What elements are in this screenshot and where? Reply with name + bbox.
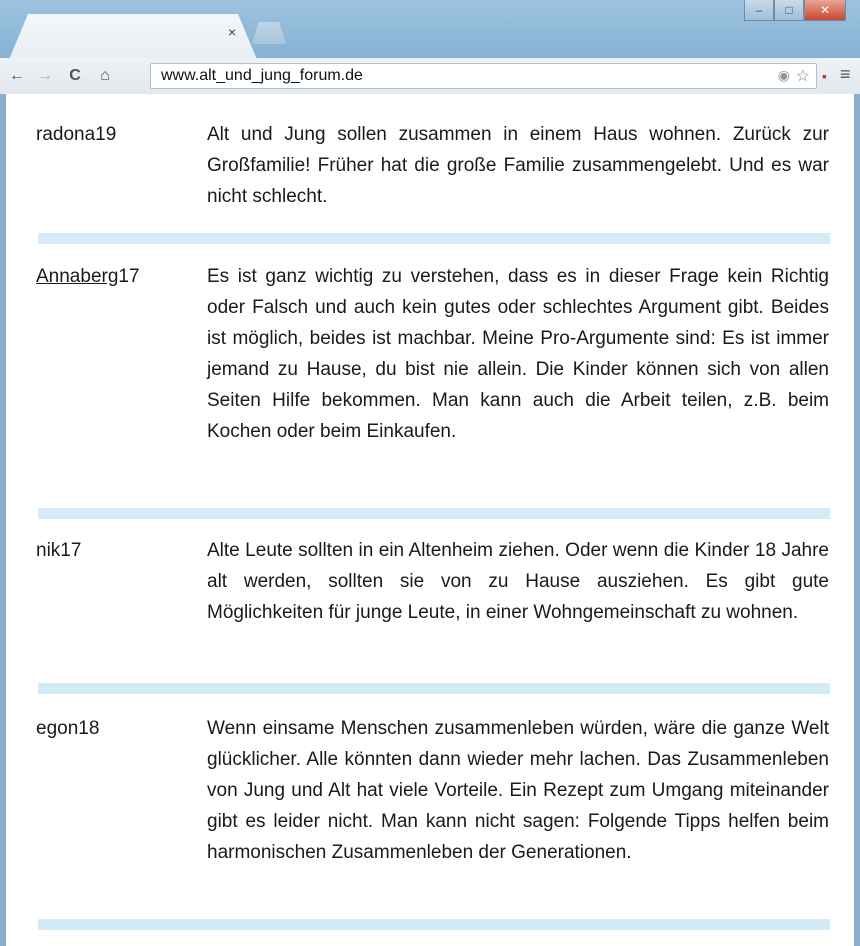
post-username[interactable]: radona19 [36,124,116,146]
menu-icon[interactable]: ≡ [840,64,851,85]
username-suffix: 17 [118,266,140,287]
post-text: Alt und Jung sollen zusammen in einem Ha… [207,124,829,207]
extension-icon[interactable]: ▪ [822,68,827,84]
eye-icon[interactable]: ◉ [778,67,790,84]
active-tab[interactable] [8,14,258,62]
back-icon[interactable]: ← [6,64,28,88]
post-username[interactable]: egon18 [36,718,99,740]
post-separator [38,919,830,930]
post-separator [38,508,830,519]
post-separator [38,233,830,244]
post-username[interactable]: nik17 [36,540,81,562]
new-tab-button[interactable] [252,22,286,44]
bookmark-star-icon[interactable]: ☆ [796,66,810,86]
title-bar: × – □ ✕ [0,0,860,62]
reload-icon[interactable]: C [64,64,86,88]
home-icon[interactable]: ⌂ [94,64,116,88]
forward-icon[interactable]: → [34,64,56,88]
close-window-button[interactable]: ✕ [804,0,846,21]
post-text: Alte Leute sollten in ein Altenheim zieh… [207,540,829,623]
url-text[interactable]: www.alt_und_jung_forum.de [161,67,363,85]
username-link[interactable]: Annaberg [36,266,118,287]
tab-close-icon[interactable]: × [228,24,236,40]
browser-window: × – □ ✕ ← → C ⌂ www.alt_und_jung_forum.d… [0,0,860,946]
browser-toolbar: ← → C ⌂ www.alt_und_jung_forum.de ◉ ☆ ▪ … [0,58,860,95]
post-text: Wenn einsame Menschen zusammenleben würd… [207,718,829,863]
maximize-button[interactable]: □ [774,0,804,21]
address-bar[interactable]: www.alt_und_jung_forum.de ◉ ☆ [150,63,817,89]
post-text: Es ist ganz wichtig zu verstehen, dass e… [207,266,829,442]
forum-content: radona19 Alt und Jung sollen zusammen in… [6,94,854,946]
window-frame-right [854,94,860,946]
window-controls: – □ ✕ [744,0,846,22]
post-separator [38,683,830,694]
post-username[interactable]: Annaberg17 [36,266,140,288]
minimize-button[interactable]: – [744,0,774,21]
